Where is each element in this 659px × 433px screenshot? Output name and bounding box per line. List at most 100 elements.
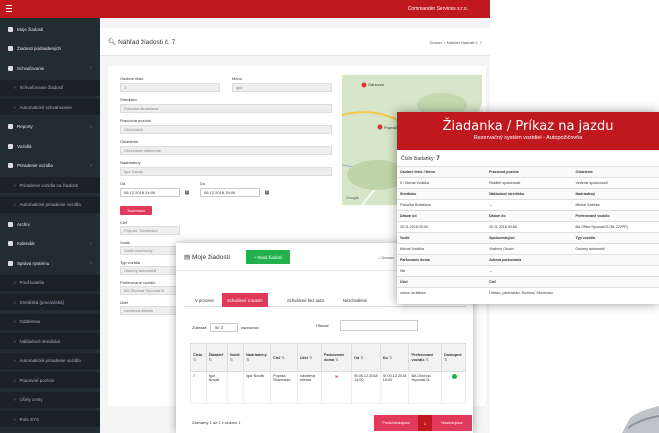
calendar-icon[interactable]: ▦ [182,188,192,197]
column-header[interactable]: Parkovanie doma ⇅ [320,343,353,372]
page-size-select[interactable]: 50 ⇕ [209,323,238,332]
column-header[interactable]: Od ⇅ [351,343,381,372]
vodic-label: Vodič [120,240,130,245]
tab-v-procese[interactable]: V procese [190,293,219,307]
table-row[interactable]: 7 Igor Novák Igor Novák Poprad, Slovensko ná… [190,371,466,404]
sidebar-item[interactable]: Automatické priradenie vozidla [0,352,100,369]
table-cell: Adresa parkovania [486,254,573,266]
table-cell: Oddelenie [572,166,659,178]
page-1-button[interactable]: 1 [418,415,432,431]
od-field[interactable]: 05.12.2018 14:00 [120,188,180,197]
table-cell: Dátum od [397,210,487,222]
requests-title: ▤ Moje žiadosti [184,254,230,261]
column-header[interactable]: Cieľ ⇅ [270,343,299,372]
sidebar-item-label: Nákladové strediská [19,338,61,344]
sidebar-item[interactable]: Účely cesty [0,391,100,408]
sidebar-item[interactable]: Správa systému ‹ [0,255,100,271]
do-field[interactable]: 06.12.2018 15:00 [200,188,260,197]
column-header[interactable]: Nadriadený ⇅ [243,343,272,372]
sidebar-item-label: Automatické schvaľovanie [19,104,72,110]
column-header[interactable]: Preferované vozidlo ⇅ [408,343,443,372]
tab-neschvalene[interactable]: Neschválené [338,293,372,307]
sidebar-item[interactable]: Používatelia [0,274,100,291]
new-request-button[interactable]: + Nová žiadosť [246,250,290,264]
sidebar-item[interactable]: Nákladové strediská [0,333,100,349]
sidebar-item[interactable]: Schvaľovanie žiadostí [0,79,100,96]
sidebar-item[interactable]: Strediská (pracoviská) [0,294,100,310]
column-header[interactable]: Žiadateľ ⇅ [205,343,228,372]
sidebar-item-label: Pracovné pozície [19,377,55,383]
sidebar-item[interactable]: Schvaľovanie ‹ [0,60,100,76]
hamburger-menu-icon[interactable] [6,5,12,12]
sidebar-item[interactable]: Priradenie vozidla na žiadosti [0,177,100,193]
column-header[interactable]: Dostupné ⇅ [441,343,466,372]
order-title: Žiadanka / Príkaz na jazdu [442,119,614,134]
table-cell: Pracovná pozícia [486,166,573,178]
sidebar-item-label: Vozidlá [17,143,32,149]
column-header[interactable]: Číslo ⇅ [190,343,207,372]
sidebar-item-label: Používatelia [19,280,45,285]
pref-field: BA Obchod Hyundai i3 [120,286,180,295]
table-cell: Letisko, parkovisko, Ružinov, Slovensko [486,287,573,299]
sidebar-item[interactable]: Moje žiadosti [0,21,100,37]
sidebar-item[interactable]: Priradenie vozidla ‹ [0,158,100,174]
menu-item-icon [8,124,13,129]
breadcrumb[interactable]: ⌂ Domov [378,255,394,260]
calendar-icon[interactable]: ▦ [262,188,272,197]
table-header-row: Vodič Spolucestujúci Typ vozidla [397,232,659,244]
table-row: 30.11.2018 09:30 30.11.2018 09:58 BA Offic… [397,221,659,233]
column-header[interactable]: Do ⇅ [379,343,410,372]
column-header[interactable]: Účel ⇅ [297,343,322,372]
search-input[interactable] [340,320,418,331]
table-cell [572,287,659,299]
pozicia-field: Obchodník [120,125,332,134]
menu-item-icon [8,221,13,227]
sidebar-item[interactable]: Archív [0,216,100,232]
sidebar-item[interactable]: Automatické priradenie vozidla [0,196,100,213]
sidebar-item[interactable]: Kalendár ‹ [0,236,100,252]
sidebar-item[interactable]: Vozidlá [0,138,100,154]
sort-icon: ⇅ [444,358,448,362]
table-cell: Preferované vozidlo [572,210,659,222]
sort-icon: ⇅ [359,356,364,360]
table-cell: St 05.12.2018 15:00 [379,371,410,404]
next-page-button[interactable]: Nasledujúca [432,415,472,431]
sidebar-item[interactable]: Oddelenia [0,313,100,330]
sidebar-item[interactable]: Žiadosti podriadených [0,41,100,57]
table-cell: Vladimír Osuch [486,243,573,255]
meno-field: Igor [232,83,332,92]
od-label: Od [120,181,126,186]
tab-schvalene-s-autom[interactable]: Schválené s autom [222,293,268,307]
map-attribution: Google [346,195,359,200]
table-cell: Účel [397,276,487,288]
prev-page-button[interactable]: Predchádzajúca [374,415,418,431]
table-header-row: Parkovanie doma Adresa parkovania [397,254,659,266]
sidebar-item[interactable]: Pracovné pozície [0,372,100,388]
sidebar-item[interactable]: Reporty ‹ [0,119,100,135]
sidebar-item[interactable]: Automatické schvaľovanie [0,99,100,115]
chevron-icon: ‹ [90,260,92,266]
table-row: 5 / Michal Vodička Riaditeľ spoločnosti Ve… [397,177,659,189]
table-cell: Riaditeľ spoločnosti [486,177,573,189]
table-cell: 30.11.2018 09:30 [397,221,487,233]
tab-schvalene-bez-auta[interactable]: Schválené bez auta [282,293,329,307]
column-header[interactable]: Vodič ⇅ [226,343,245,372]
sort-icon: ⇅ [424,358,429,362]
page-size-control: Zobraziť 50 ⇕ záznamov [192,323,260,332]
osobne-cislo-field: 1 [120,83,220,92]
typ-label: Typ vozidla [120,260,141,265]
table-header-row: Účel Cieľ [397,276,659,288]
table-cell: St 05.12.2018 14:00 [351,371,381,404]
table-cell: Cieľ [486,276,573,288]
menu-item-icon [8,241,13,246]
order-window: Žiadanka / Príkaz na jazdu Rezervačný sy… [397,112,659,304]
table-cell: Poprad, Slovensko [270,371,299,404]
sidebar-item[interactable]: Role SYS [0,411,100,427]
table-cell: Dátum do [486,210,573,222]
breadcrumb[interactable]: Domov > Náhľad žiadosti č. 7 [430,40,482,45]
search-label: Hľadať: [316,323,330,328]
sidebar-item-label: Automatické priradenie vozidla [19,202,81,207]
table-cell: Nie [397,265,487,277]
table-cell [226,371,245,404]
table-row: Michal Vodička Vladimír Osuch Osobný autom… [397,243,659,255]
